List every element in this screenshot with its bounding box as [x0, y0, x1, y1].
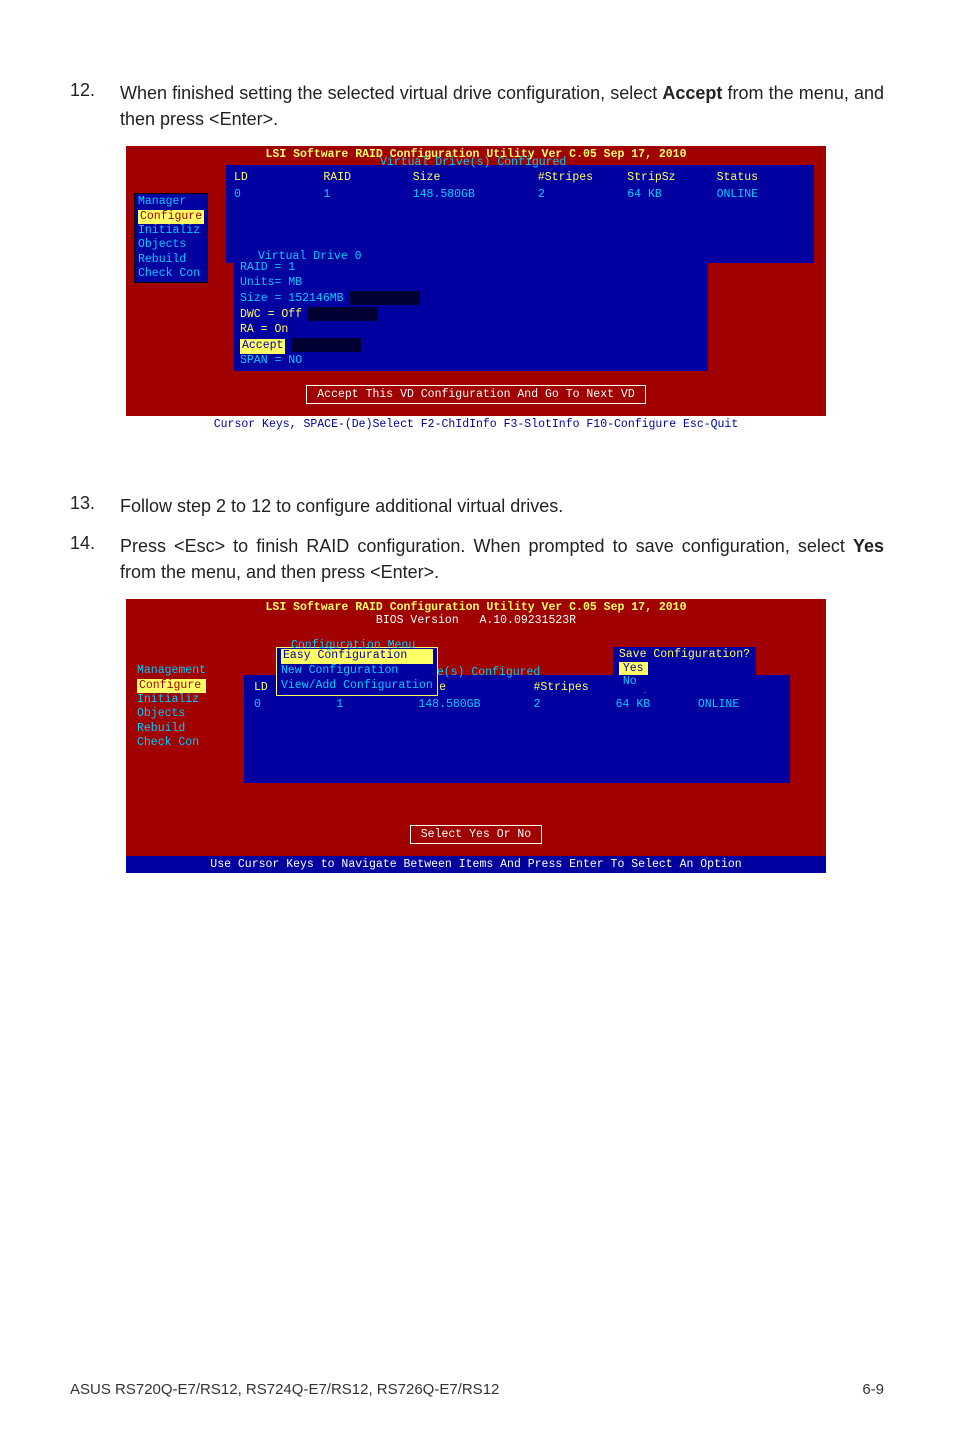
td-stripes: 2 [538, 188, 627, 201]
menu-item-objects[interactable]: Objects [137, 707, 206, 721]
td-raid: 1 [323, 188, 412, 201]
field-box [350, 291, 420, 305]
save-label: Save Configuration? [619, 648, 750, 661]
td-stripes: 2 [533, 698, 615, 711]
save-configuration-box: Save Configuration? Yes No [613, 647, 756, 692]
step-text-prefix: When finished setting the selected virtu… [120, 83, 662, 103]
bios-msg-row: Select Yes Or No [126, 817, 826, 856]
td-status: ONLINE [717, 188, 806, 201]
menu-label: Manager [138, 195, 204, 209]
step-number: 12. [70, 80, 120, 132]
page-footer: ASUS RS720Q-E7/RS12, RS724Q-E7/RS12, RS7… [70, 1381, 884, 1398]
td-ld: 0 [234, 188, 323, 201]
step-12: 12. When finished setting the selected v… [70, 80, 884, 132]
td-stripsz: 64 KB [616, 698, 698, 711]
menu-item-configure[interactable]: Configure [138, 210, 204, 224]
table-row: 0 1 148.580GB 2 64 KB ONLINE [246, 696, 788, 713]
step-number: 14. [70, 533, 120, 585]
footer-right: 6-9 [862, 1381, 884, 1398]
td-stripsz: 64 KB [627, 188, 716, 201]
vd0-label: Virtual Drive 0 [258, 250, 362, 265]
step-13: 13. Follow step 2 to 12 to configure add… [70, 493, 884, 519]
step-text-bold: Yes [853, 536, 884, 556]
vd0-settings: Virtual Drive 0 RAID = 1 Units= MB Size … [234, 259, 708, 371]
mgmt-label: Management [137, 664, 206, 678]
left-menu: Manager Configure Initializ Objects Rebu… [134, 193, 208, 283]
bios-screenshot-2: LSI Software RAID Configuration Utility … [126, 599, 826, 873]
configuration-menu: Configuration Menu Easy Configuration Ne… [276, 647, 438, 696]
table-row: 0 1 148.580GB 2 64 KB ONLINE [226, 186, 814, 203]
menu-item-objects[interactable]: Objects [138, 238, 204, 252]
footer-left: ASUS RS720Q-E7/RS12, RS724Q-E7/RS12, RS7… [70, 1381, 499, 1398]
step-14: 14. Press <Esc> to finish RAID configura… [70, 533, 884, 585]
menu-item-check[interactable]: Check Con [138, 267, 204, 281]
cfg-view[interactable]: View/Add Configuration [281, 679, 433, 694]
save-no[interactable]: No [619, 675, 750, 688]
vd-configured-label: Virtual Drive(s) Configured [376, 156, 570, 169]
save-yes[interactable]: Yes [619, 662, 648, 675]
step-text: When finished setting the selected virtu… [120, 80, 884, 132]
td-ld: 0 [254, 698, 336, 711]
bios-footer: Use Cursor Keys to Navigate Between Item… [126, 856, 826, 873]
step-number: 13. [70, 493, 120, 519]
menu-item-configure[interactable]: Configure [137, 679, 206, 693]
step-text-bold: Accept [662, 83, 722, 103]
menu-item-rebuild[interactable]: Rebuild [138, 253, 204, 267]
bios-footer: Cursor Keys, SPACE-(De)Select F2-ChIdInf… [126, 416, 826, 433]
step-text: Press <Esc> to finish RAID configuration… [120, 533, 884, 585]
vd0-units: Units= MB [240, 276, 302, 289]
menu-item-rebuild[interactable]: Rebuild [137, 722, 206, 736]
vd0-accept[interactable]: Accept [240, 339, 285, 354]
bios-version: BIOS Version A.10.09231523R [126, 614, 826, 627]
th-stripsz: StripSz [627, 171, 716, 184]
left-menu: Management Configure Initializ Objects R… [134, 663, 209, 751]
td-raid: 1 [336, 698, 418, 711]
bios-title: LSI Software RAID Configuration Utility … [126, 599, 826, 614]
menu-item-initialize[interactable]: Initializ [137, 693, 206, 707]
vd0-span: SPAN = NO [240, 354, 302, 367]
vd0-dwc: DWC = Off [240, 308, 302, 321]
menu-item-initialize[interactable]: Initializ [138, 224, 204, 238]
menu-item-check[interactable]: Check Con [137, 736, 206, 750]
step-text: Follow step 2 to 12 to configure additio… [120, 493, 884, 519]
vd0-ra: RA = On [240, 323, 288, 336]
td-size: 148.580GB [413, 188, 538, 201]
field-box [291, 338, 361, 352]
cfg-new[interactable]: New Configuration [281, 664, 433, 679]
bios-msg: Accept This VD Configuration And Go To N… [306, 385, 645, 404]
bios-screenshot-1: LSI Software RAID Configuration Utility … [126, 146, 826, 433]
vd0-size: Size = 152146MB [240, 292, 344, 305]
bios-msg: Select Yes Or No [410, 825, 542, 844]
td-status: ONLINE [698, 698, 780, 711]
th-status: Status [717, 171, 806, 184]
td-size: 148.580GB [418, 698, 533, 711]
th-raid: RAID [323, 171, 412, 184]
table-header: LD RAID Size #Stripes StripSz Status [226, 169, 814, 186]
step-text-prefix: Press <Esc> to finish RAID configuration… [120, 536, 853, 556]
th-stripes: #Stripes [533, 681, 615, 694]
th-ld: LD [234, 171, 323, 184]
th-size: Size [413, 171, 538, 184]
step-text-suffix: from the menu, and then press <Enter>. [120, 562, 439, 582]
bios-msg-row: Accept This VD Configuration And Go To N… [126, 377, 826, 416]
th-stripes: #Stripes [538, 171, 627, 184]
field-box [308, 307, 378, 321]
